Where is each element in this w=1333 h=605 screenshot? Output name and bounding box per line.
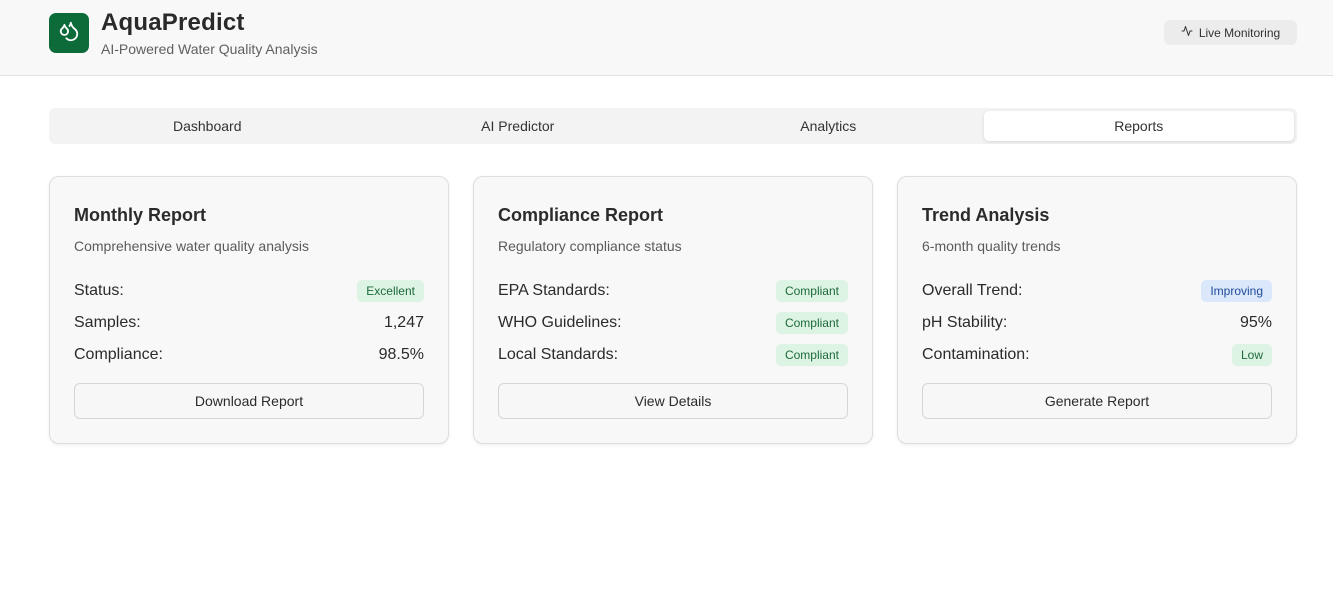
download-report-button[interactable]: Download Report	[74, 383, 424, 419]
row-value: 1,247	[383, 314, 424, 331]
card-title: Monthly Report	[74, 205, 206, 225]
tab-reports[interactable]: Reports	[983, 111, 1294, 141]
row-label: Local Standards:	[498, 346, 619, 363]
monthly-report-card: Monthly Report Comprehensive water quali…	[49, 176, 449, 444]
contamination-row: Contamination: Low	[922, 343, 1272, 367]
row-value: 98.5%	[378, 346, 424, 363]
app-header: AquaPredict AI-Powered Water Quality Ana…	[0, 0, 1333, 76]
row-label: Compliance:	[74, 346, 163, 363]
main-tabs: Dashboard AI Predictor Analytics Reports	[49, 108, 1297, 144]
app-logo	[49, 13, 89, 53]
tab-analytics[interactable]: Analytics	[673, 111, 984, 141]
overall-trend-row: Overall Trend: Improving	[922, 279, 1272, 303]
contamination-badge: Low	[1231, 344, 1272, 366]
tab-dashboard[interactable]: Dashboard	[52, 111, 363, 141]
card-title: Compliance Report	[498, 205, 664, 225]
ph-stability-row: pH Stability: 95%	[922, 311, 1272, 335]
tab-ai-predictor[interactable]: AI Predictor	[363, 111, 674, 141]
row-label: Contamination:	[922, 346, 1030, 363]
status-badge: Compliant	[775, 280, 848, 302]
row-label: EPA Standards:	[498, 282, 610, 299]
status-row: Status: Excellent	[74, 279, 424, 303]
live-monitoring-badge[interactable]: Live Monitoring	[1164, 20, 1297, 45]
row-label: Overall Trend:	[922, 282, 1023, 299]
card-title: Trend Analysis	[922, 205, 1050, 225]
activity-icon	[1181, 25, 1193, 40]
status-badge: Compliant	[775, 312, 848, 334]
trend-analysis-card: Trend Analysis 6-month quality trends Ov…	[897, 176, 1297, 444]
droplets-icon	[58, 20, 80, 47]
row-label: pH Stability:	[922, 314, 1008, 331]
row-label: Samples:	[74, 314, 141, 331]
trend-badge: Improving	[1201, 280, 1272, 302]
card-subtitle: Regulatory compliance status	[498, 238, 682, 254]
card-subtitle: 6-month quality trends	[922, 238, 1061, 254]
status-badge: Compliant	[775, 344, 848, 366]
status-badge: Excellent	[357, 280, 424, 302]
card-subtitle: Comprehensive water quality analysis	[74, 238, 309, 254]
app-subtitle: AI-Powered Water Quality Analysis	[101, 41, 318, 57]
compliance-report-card: Compliance Report Regulatory compliance …	[473, 176, 873, 444]
app-title: AquaPredict	[101, 9, 245, 36]
view-details-button[interactable]: View Details	[498, 383, 848, 419]
generate-report-button[interactable]: Generate Report	[922, 383, 1272, 419]
live-monitoring-label: Live Monitoring	[1198, 25, 1281, 40]
samples-row: Samples: 1,247	[74, 311, 424, 335]
row-label: WHO Guidelines:	[498, 314, 622, 331]
epa-standards-row: EPA Standards: Compliant	[498, 279, 848, 303]
compliance-row: Compliance: 98.5%	[74, 343, 424, 367]
who-guidelines-row: WHO Guidelines: Compliant	[498, 311, 848, 335]
row-value: 95%	[1239, 314, 1272, 331]
local-standards-row: Local Standards: Compliant	[498, 343, 848, 367]
row-label: Status:	[74, 282, 124, 299]
